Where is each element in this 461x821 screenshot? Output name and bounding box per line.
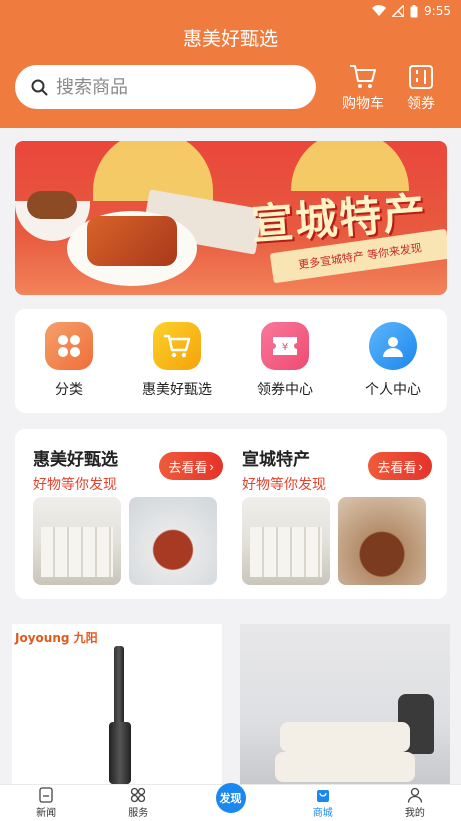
discover-icon: 发现 (215, 783, 246, 813)
news-icon (39, 787, 53, 803)
tab-news[interactable]: 新闻 (0, 785, 92, 821)
promo-thumbnails (242, 497, 426, 585)
promo-banner[interactable]: 宣城特产 更多宣城特产 等你来发现 (15, 141, 447, 295)
cart-button[interactable]: 购物车 (338, 64, 388, 113)
tab-services[interactable]: 服务 (92, 785, 184, 821)
go-look-button[interactable]: 去看看 › (159, 452, 223, 480)
cart-label: 购物车 (342, 96, 384, 112)
search-bar[interactable] (15, 65, 316, 109)
category-item-classify[interactable]: 分类 (15, 309, 123, 413)
promo-title: 惠美好甄选 (33, 450, 118, 470)
category-label: 领券中心 (257, 382, 313, 398)
tab-label: 我的 (404, 808, 425, 819)
user-icon (369, 322, 417, 370)
product-thumbnail-dates[interactable] (338, 497, 426, 585)
brand-logo: Joyoung 九阳 (15, 631, 98, 645)
search-input[interactable] (56, 76, 286, 98)
tab-label: 商城 (312, 808, 333, 819)
promo-title: 宣城特产 (242, 450, 310, 470)
product-image (280, 722, 410, 752)
tab-label: 新闻 (36, 808, 57, 819)
tab-discover[interactable]: 发现 (184, 783, 276, 821)
product-card[interactable]: Joyoung 九阳 (12, 624, 222, 784)
category-label: 个人中心 (365, 382, 421, 398)
bottom-tab-bar: 新闻 服务 发现 商城 我的 (0, 783, 461, 821)
tab-label: 服务 (128, 808, 149, 819)
profile-icon (407, 787, 423, 803)
grid-icon (45, 322, 93, 370)
promo-section-selection[interactable]: 惠美好甄选 好物等你发现 去看看 › (33, 445, 223, 585)
mall-icon (316, 790, 329, 802)
coupon-icon (409, 65, 433, 89)
header: 9:55 惠美好甄选 购物车 领券 (0, 0, 461, 128)
services-icon (131, 787, 146, 803)
promo-thumbnails (33, 497, 217, 585)
category-item-profile[interactable]: 个人中心 (339, 309, 447, 413)
cart-icon (153, 322, 201, 370)
product-thumbnail-xuan-paper[interactable] (33, 497, 121, 585)
coupon-icon: ¥ (261, 322, 309, 370)
status-time: 9:55 (424, 4, 451, 18)
product-card[interactable] (240, 624, 450, 784)
battery-icon (410, 4, 418, 17)
category-label: 惠美好甄选 (142, 382, 212, 398)
product-thumbnail-xuan-paper[interactable] (242, 497, 330, 585)
wifi-icon (372, 5, 387, 17)
shopping-cart-icon (350, 65, 376, 88)
status-bar: 9:55 (372, 3, 451, 19)
no-signal-icon (392, 5, 405, 17)
product-image (109, 722, 131, 784)
coupon-label: 领券 (407, 96, 435, 112)
category-label: 分类 (55, 382, 83, 398)
banner-nuts (27, 191, 77, 219)
chevron-right-icon: › (418, 458, 423, 474)
category-item-selection[interactable]: 惠美好甄选 (123, 309, 231, 413)
banner-food (87, 216, 177, 266)
category-shortcuts: 分类 惠美好甄选 ¥ 领券中心 个人中心 (15, 309, 447, 413)
coupon-button[interactable]: 领券 (396, 64, 446, 113)
product-thumbnail-lobster[interactable] (129, 497, 217, 585)
featured-sections: 惠美好甄选 好物等你发现 去看看 › 宣城特产 好物等你发现 去看看 › (15, 429, 447, 599)
search-icon (31, 79, 48, 95)
page-title: 惠美好甄选 (182, 28, 278, 50)
promo-section-specialty[interactable]: 宣城特产 好物等你发现 去看看 › (242, 445, 432, 585)
chevron-right-icon: › (209, 458, 214, 474)
tab-mall[interactable]: 商城 (277, 785, 369, 821)
tab-profile[interactable]: 我的 (369, 785, 461, 821)
category-item-coupons[interactable]: ¥ 领券中心 (231, 309, 339, 413)
product-image (275, 752, 415, 782)
svg-text:¥: ¥ (282, 342, 288, 353)
go-look-button[interactable]: 去看看 › (368, 452, 432, 480)
